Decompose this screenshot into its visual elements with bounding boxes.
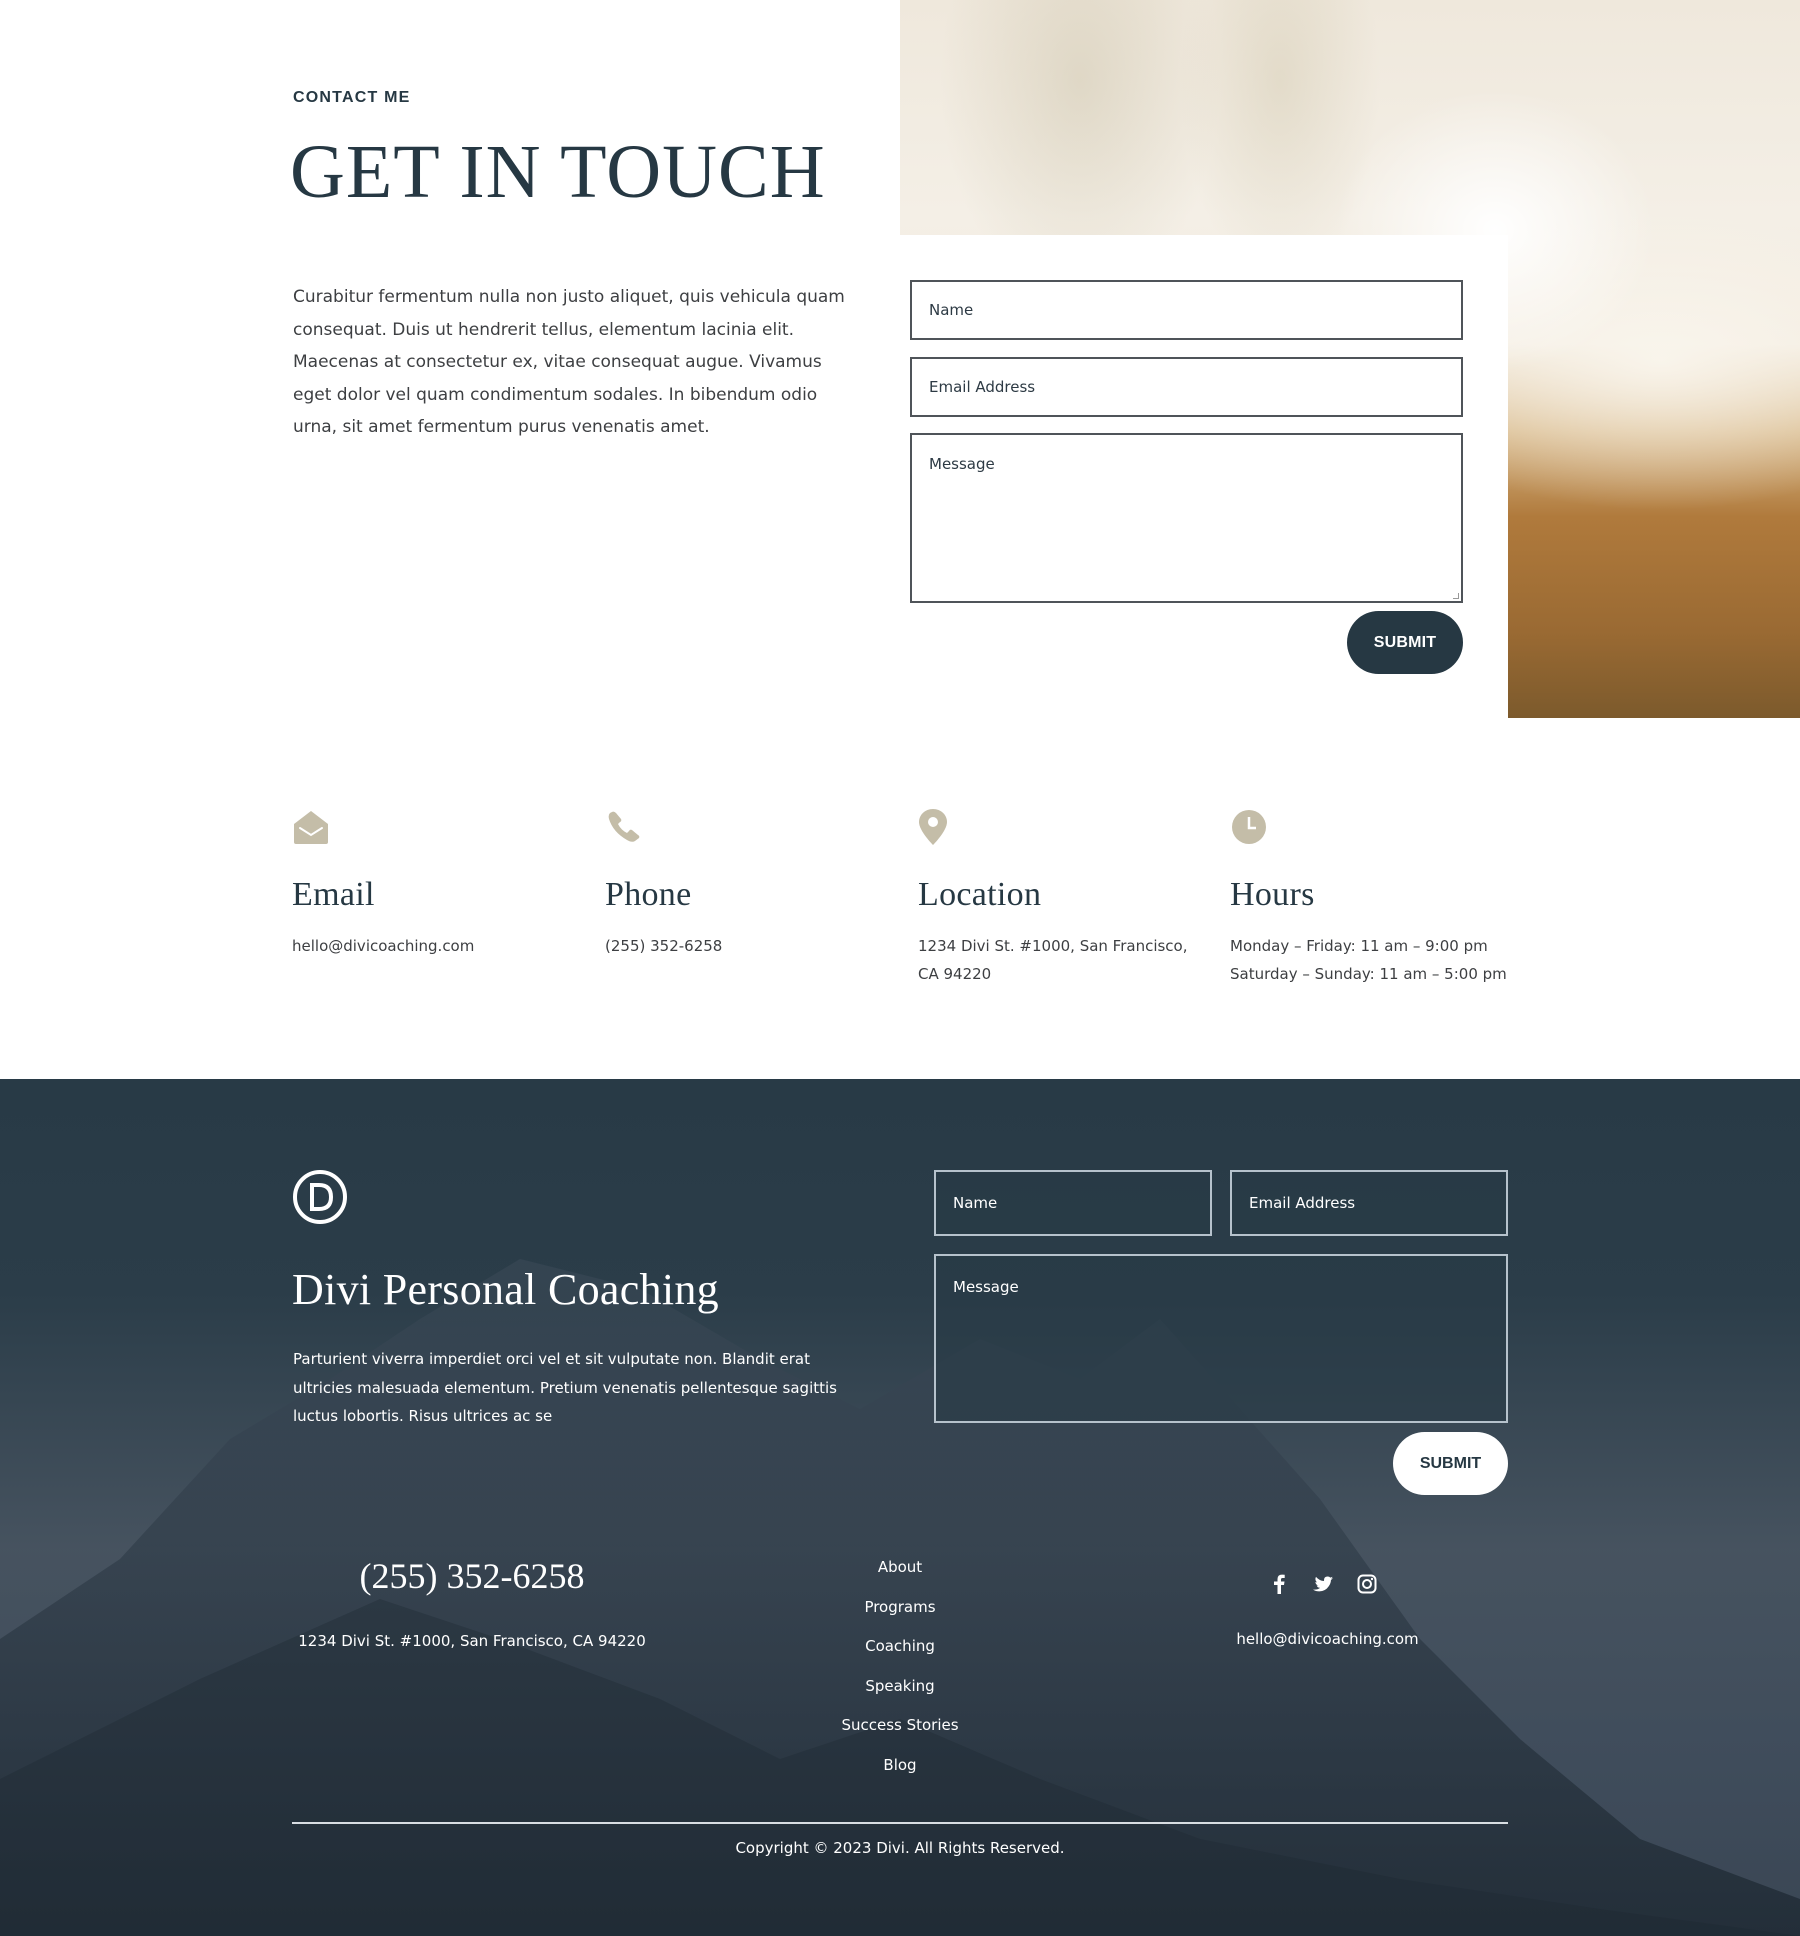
message-textarea[interactable]: Message	[910, 433, 1463, 603]
footer-menu: About Programs Coaching Speaking Success…	[800, 1558, 1000, 1796]
footer: Divi Personal Coaching Parturient viverr…	[0, 1079, 1800, 1936]
footer-menu-item-about[interactable]: About	[800, 1558, 1000, 1598]
info-title: Location	[918, 876, 1042, 913]
footer-name-input[interactable]: Name	[934, 1170, 1212, 1236]
map-pin-icon	[918, 808, 1198, 848]
info-text: (255) 352-6258	[605, 937, 723, 955]
footer-name-placeholder: Name	[953, 1194, 998, 1212]
info-title: Hours	[1230, 876, 1315, 913]
copyright-text: Copyright © 2023 Divi. All Rights Reserv…	[735, 1839, 1065, 1857]
resize-handle[interactable]	[1453, 593, 1459, 599]
footer-about: Parturient viverra imperdiet orci vel et…	[293, 1350, 837, 1425]
email-placeholder: Email Address	[929, 378, 1036, 396]
footer-phone[interactable]: (255) 352-6258	[292, 1555, 652, 1598]
instagram-icon[interactable]	[1356, 1573, 1378, 1595]
footer-message-placeholder: Message	[953, 1278, 1019, 1296]
social-links	[1268, 1573, 1378, 1595]
footer-brand: Divi Personal Coaching	[292, 1265, 719, 1314]
info-location: Location 1234 Divi St. #1000, San Franci…	[918, 808, 1198, 988]
info-text: 1234 Divi St. #1000, San Francisco, CA 94…	[918, 937, 1188, 983]
info-title: Phone	[605, 876, 692, 913]
footer-menu-item-coaching[interactable]: Coaching	[800, 1637, 1000, 1677]
info-phone: Phone (255) 352-6258	[605, 808, 885, 960]
clock-icon	[1230, 808, 1530, 848]
facebook-icon[interactable]	[1268, 1573, 1290, 1595]
footer-message-textarea[interactable]: Message	[934, 1254, 1508, 1423]
page-title: GET IN TOUCH	[290, 130, 826, 214]
mountain-background	[0, 1259, 1800, 1936]
footer-menu-item-blog[interactable]: Blog	[800, 1756, 1000, 1796]
message-placeholder: Message	[929, 455, 995, 473]
footer-email-input[interactable]: Email Address	[1230, 1170, 1508, 1236]
info-email: Email hello@divicoaching.com	[292, 808, 572, 960]
name-placeholder: Name	[929, 301, 974, 319]
info-hours: Hours Monday – Friday: 11 am – 9:00 pm Sa…	[1230, 808, 1530, 988]
info-title: Email	[292, 876, 375, 913]
divi-logo-icon	[293, 1170, 347, 1224]
footer-email-link[interactable]: hello@divicoaching.com	[1190, 1630, 1465, 1648]
envelope-open-icon	[292, 808, 572, 848]
footer-menu-item-programs[interactable]: Programs	[800, 1598, 1000, 1638]
footer-menu-item-success-stories[interactable]: Success Stories	[800, 1716, 1000, 1756]
footer-address: 1234 Divi St. #1000, San Francisco, CA 9…	[298, 1632, 646, 1650]
phone-icon	[605, 808, 885, 848]
footer-menu-item-speaking[interactable]: Speaking	[800, 1677, 1000, 1717]
twitter-icon[interactable]	[1312, 1573, 1334, 1595]
email-input[interactable]: Email Address	[910, 357, 1463, 417]
intro-paragraph: Curabitur fermentum nulla non justo aliq…	[293, 287, 845, 437]
submit-button[interactable]: SUBMIT	[1347, 611, 1463, 674]
footer-email-placeholder: Email Address	[1249, 1194, 1356, 1212]
info-text: Monday – Friday: 11 am – 9:00 pm Saturday…	[1230, 937, 1507, 983]
section-eyebrow: CONTACT ME	[293, 89, 411, 106]
footer-submit-button[interactable]: SUBMIT	[1393, 1432, 1508, 1495]
footer-divider	[292, 1822, 1508, 1824]
info-text: hello@divicoaching.com	[292, 937, 475, 955]
name-input[interactable]: Name	[910, 280, 1463, 340]
